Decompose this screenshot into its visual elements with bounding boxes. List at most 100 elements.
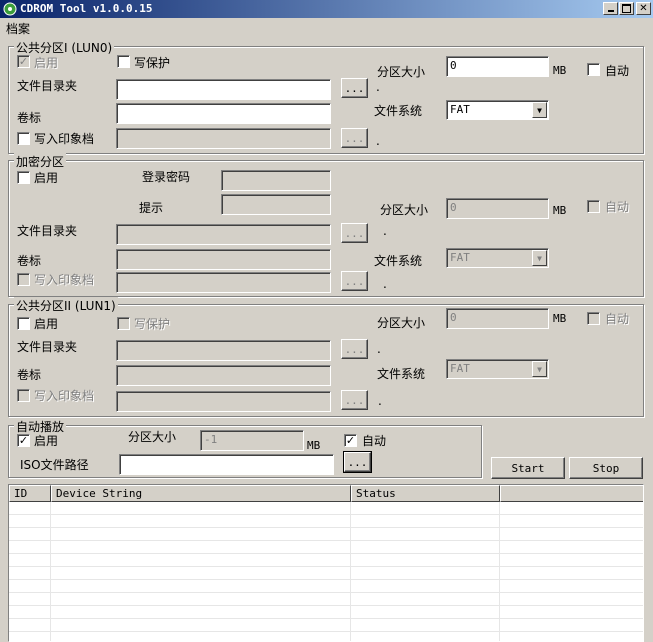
lun0-write-image-browse-button[interactable]: ... — [341, 128, 368, 148]
stop-button[interactable]: Stop — [569, 457, 643, 479]
lun1-write-image-input[interactable] — [116, 391, 331, 412]
chevron-down-icon: ▼ — [532, 250, 547, 266]
lun1-dot-2: . — [378, 394, 382, 408]
list-item — [9, 515, 643, 528]
encrypted-file-system-select[interactable]: FAT ▼ — [446, 248, 549, 268]
encrypted-file-dir-browse-button[interactable]: ... — [341, 223, 368, 243]
encrypted-enable-label: 启用 — [34, 171, 59, 185]
column-status[interactable]: Status — [351, 485, 500, 502]
column-device-string[interactable]: Device String — [51, 485, 351, 502]
lun1-enable-label: 启用 — [34, 317, 59, 331]
minimize-button[interactable] — [603, 2, 618, 15]
lun0-file-dir-label: 文件目录夹 — [17, 79, 78, 93]
lun0-unit-label: MB — [553, 64, 567, 77]
start-button[interactable]: Start — [491, 457, 565, 479]
lun0-file-system-select[interactable]: FAT ▼ — [446, 100, 549, 120]
lun1-file-system-label: 文件系统 — [377, 367, 426, 381]
lun1-group-label: 公共分区II (LUN1) — [14, 297, 118, 314]
hint-input[interactable] — [221, 194, 331, 215]
lun0-write-image-input[interactable] — [116, 128, 331, 149]
lun1-enable-checkbox[interactable] — [17, 317, 30, 330]
lun0-write-image-label: 写入印象档 — [34, 132, 95, 146]
login-password-input[interactable] — [221, 170, 331, 191]
hint-label: 提示 — [139, 201, 164, 215]
autorun-auto-checkbox[interactable]: ✓ — [344, 434, 357, 447]
lun0-volume-label: 卷标 — [17, 111, 42, 125]
lun1-write-image-browse-button[interactable]: ... — [341, 390, 368, 410]
lun1-write-image-checkbox[interactable] — [17, 389, 30, 402]
encrypted-write-image-label: 写入印象档 — [34, 273, 95, 287]
lun0-group-label: 公共分区I (LUN0) — [14, 39, 115, 56]
lun1-auto-label: 自动 — [605, 312, 630, 326]
menu-file[interactable]: 档案 — [6, 20, 30, 37]
login-password-label: 登录密码 — [142, 170, 191, 184]
autorun-partition-size-input[interactable]: -1 — [200, 430, 304, 451]
encrypted-file-system-value: FAT — [450, 251, 470, 264]
encrypted-volume-input[interactable] — [116, 249, 331, 270]
lun0-partition-size-input[interactable]: 0 — [446, 56, 549, 77]
lun0-file-system-value: FAT — [450, 103, 470, 116]
lun0-auto-label: 自动 — [605, 64, 630, 78]
list-item — [9, 593, 643, 606]
lun1-write-image-label: 写入印象档 — [34, 389, 95, 403]
encrypted-auto-checkbox[interactable] — [587, 200, 600, 213]
lun1-write-protect-checkbox[interactable] — [117, 317, 130, 330]
lun1-file-dir-input[interactable] — [116, 340, 331, 361]
lun1-volume-label: 卷标 — [17, 368, 42, 382]
autorun-enable-checkbox[interactable]: ✓ — [17, 434, 30, 447]
iso-path-input[interactable] — [119, 454, 334, 475]
lun0-write-image-checkbox[interactable] — [17, 132, 30, 145]
lun1-dot: . — [377, 342, 381, 356]
lun0-enable-label: 启用 — [34, 56, 59, 70]
column-divider — [350, 502, 351, 641]
lun0-write-protect-checkbox[interactable] — [117, 55, 130, 68]
iso-path-browse-button[interactable]: ... — [343, 451, 372, 473]
menu-bar — [0, 18, 653, 36]
lun1-write-protect-label: 写保护 — [134, 317, 171, 331]
close-icon: ✕ — [639, 2, 648, 14]
lun1-auto-checkbox[interactable] — [587, 312, 600, 325]
lun1-file-dir-label: 文件目录夹 — [17, 340, 78, 354]
autorun-enable-label: 启用 — [34, 434, 59, 448]
lun0-auto-checkbox[interactable] — [587, 63, 600, 76]
encrypted-write-image-browse-button[interactable]: ... — [341, 271, 368, 291]
encrypted-file-system-label: 文件系统 — [374, 254, 423, 268]
maximize-button[interactable] — [619, 2, 634, 15]
encrypted-partition-size-input[interactable]: 0 — [446, 198, 549, 219]
encrypted-enable-checkbox[interactable] — [17, 171, 30, 184]
lun0-volume-input[interactable] — [116, 103, 331, 124]
column-extra[interactable] — [500, 485, 643, 502]
autorun-auto-label: 自动 — [362, 434, 387, 448]
autorun-partition-size-label: 分区大小 — [128, 430, 177, 444]
list-item — [9, 632, 643, 641]
list-item — [9, 502, 643, 515]
list-item — [9, 606, 643, 619]
list-item — [9, 580, 643, 593]
lun0-write-protect-label: 写保护 — [134, 56, 171, 70]
list-item — [9, 528, 643, 541]
lun0-partition-size-label: 分区大小 — [377, 65, 426, 79]
window-title: CDROM Tool v1.0.0.15 — [20, 2, 153, 15]
lun1-file-dir-browse-button[interactable]: ... — [341, 339, 368, 359]
close-button[interactable]: ✕ — [636, 2, 651, 15]
encrypted-partition-size-label: 分区大小 — [380, 203, 429, 217]
app-icon — [3, 2, 17, 16]
device-list-header: ID Device String Status — [9, 485, 643, 502]
encrypted-volume-label: 卷标 — [17, 254, 42, 268]
autorun-unit-label: MB — [307, 439, 321, 452]
encrypted-write-image-checkbox[interactable] — [17, 273, 30, 286]
encrypted-file-dir-label: 文件目录夹 — [17, 224, 78, 238]
encrypted-file-dir-input[interactable] — [116, 224, 331, 245]
encrypted-write-image-input[interactable] — [116, 272, 331, 293]
lun0-dot-2: . — [376, 80, 380, 94]
column-id[interactable]: ID — [9, 485, 51, 502]
device-list[interactable]: ID Device String Status — [8, 484, 644, 642]
encrypted-group-label: 加密分区 — [14, 153, 67, 170]
lun1-partition-size-input[interactable]: 0 — [446, 308, 549, 329]
lun0-file-dir-browse-button[interactable]: ... — [341, 78, 368, 98]
lun1-volume-input[interactable] — [116, 365, 331, 386]
lun0-file-dir-input[interactable] — [116, 79, 331, 100]
lun0-enable-checkbox[interactable]: ✓ — [17, 55, 30, 68]
iso-path-label: ISO文件路径 — [20, 458, 89, 472]
lun1-file-system-select[interactable]: FAT ▼ — [446, 359, 549, 379]
